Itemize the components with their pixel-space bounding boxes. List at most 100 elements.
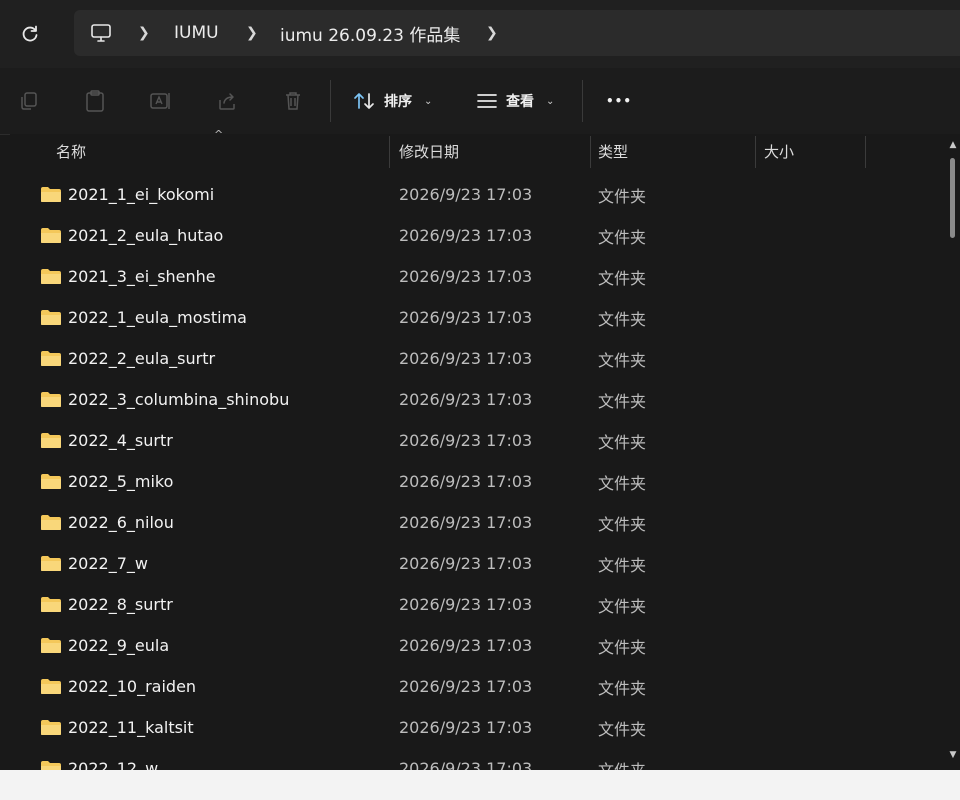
name-cell[interactable]: 2022_2_eula_surtr xyxy=(40,338,215,379)
folder-icon xyxy=(41,351,61,366)
name-cell[interactable]: 2022_8_surtr xyxy=(40,584,173,625)
file-name: 2022_12_w xyxy=(68,759,159,770)
type-cell: 文件夹 xyxy=(598,268,647,288)
delete-button[interactable] xyxy=(280,88,306,114)
breadcrumb-separator[interactable]: ❯ xyxy=(138,10,150,56)
table-row[interactable]: 2022_6_nilou 2026/9/23 17:03 文件夹 xyxy=(10,502,945,543)
name-cell[interactable]: 2022_1_eula_mostima xyxy=(40,297,247,338)
refresh-icon xyxy=(22,25,38,42)
share-button[interactable] xyxy=(214,88,240,114)
name-cell[interactable]: 2021_2_eula_hutao xyxy=(40,215,223,256)
folder-icon xyxy=(41,556,61,571)
name-cell[interactable]: 2022_12_w xyxy=(40,748,158,770)
name-cell[interactable]: 2022_9_eula xyxy=(40,625,169,666)
sort-button[interactable]: 排序 ⌄ xyxy=(352,86,432,116)
folder-icon xyxy=(41,228,61,243)
table-row[interactable]: 2022_5_miko 2026/9/23 17:03 文件夹 xyxy=(10,461,945,502)
column-header-date[interactable]: 修改日期 xyxy=(399,134,589,168)
table-row[interactable]: 2022_12_w 2026/9/23 17:03 文件夹 xyxy=(10,748,945,770)
type-cell: 文件夹 xyxy=(598,760,647,771)
chevron-right-icon: ❯ xyxy=(246,25,258,41)
copy-button[interactable] xyxy=(16,88,42,114)
table-row[interactable]: 2022_9_eula 2026/9/23 17:03 文件夹 xyxy=(10,625,945,666)
modified-date-cell: 2026/9/23 17:03 xyxy=(399,349,533,368)
share-icon xyxy=(219,93,235,110)
breadcrumb-item-current-folder[interactable]: iumu 26.09.23 作品集 xyxy=(280,10,460,56)
table-row[interactable]: 2022_11_kaltsit 2026/9/23 17:03 文件夹 xyxy=(10,707,945,748)
breadcrumb-separator[interactable]: ❯ xyxy=(246,10,258,56)
table-row[interactable]: 2022_2_eula_surtr 2026/9/23 17:03 文件夹 xyxy=(10,338,945,379)
file-name: 2022_6_nilou xyxy=(68,513,174,532)
breadcrumb-expand-button[interactable]: ❯ xyxy=(486,10,498,56)
table-row[interactable]: 2022_1_eula_mostima 2026/9/23 17:03 文件夹 xyxy=(10,297,945,338)
type-cell: 文件夹 xyxy=(598,391,647,411)
file-name: 2021_1_ei_kokomi xyxy=(68,185,215,204)
file-explorer-window: ❯ IUMU ❯ iumu 26.09.23 作品集 ❯ 排序 ⌄ 查看 ⌄ •… xyxy=(0,0,960,800)
more-options-button[interactable]: ••• xyxy=(606,86,632,116)
rename-icon xyxy=(150,93,170,109)
this-pc-crumb[interactable] xyxy=(90,10,112,56)
folder-icon xyxy=(41,597,61,612)
table-row[interactable]: 2022_8_surtr 2026/9/23 17:03 文件夹 xyxy=(10,584,945,625)
column-divider[interactable] xyxy=(865,136,866,168)
column-header-name[interactable]: 名称 xyxy=(56,134,386,168)
name-cell[interactable]: 2021_3_ei_shenhe xyxy=(40,256,216,297)
file-name: 2021_2_eula_hutao xyxy=(68,226,224,245)
modified-date-cell: 2026/9/23 17:03 xyxy=(399,308,533,327)
breadcrumb-item-iumu[interactable]: IUMU xyxy=(174,10,219,56)
file-name: 2022_9_eula xyxy=(68,636,170,655)
type-cell: 文件夹 xyxy=(598,350,647,370)
column-divider[interactable] xyxy=(389,136,390,168)
column-header-type[interactable]: 类型 xyxy=(598,134,748,168)
name-cell[interactable]: 2022_7_w xyxy=(40,543,148,584)
name-cell[interactable]: 2022_11_kaltsit xyxy=(40,707,194,748)
modified-date-cell: 2026/9/23 17:03 xyxy=(399,636,533,655)
folder-icon xyxy=(41,392,61,407)
table-row[interactable]: 2022_10_raiden 2026/9/23 17:03 文件夹 xyxy=(10,666,945,707)
view-label: 查看 xyxy=(506,94,534,110)
rename-button[interactable] xyxy=(148,88,174,114)
view-icon xyxy=(477,94,497,108)
column-divider[interactable] xyxy=(755,136,756,168)
table-row[interactable]: 2022_3_columbina_shinobu 2026/9/23 17:03 文… xyxy=(10,379,945,420)
paste-button[interactable] xyxy=(82,88,108,114)
navigation-bar: ❯ IUMU ❯ iumu 26.09.23 作品集 ❯ xyxy=(0,0,960,68)
type-cell: 文件夹 xyxy=(598,227,647,247)
table-row[interactable]: 2021_1_ei_kokomi 2026/9/23 17:03 文件夹 xyxy=(10,174,945,215)
modified-date-cell: 2026/9/23 17:03 xyxy=(399,431,533,450)
modified-date-cell: 2026/9/23 17:03 xyxy=(399,718,533,737)
scroll-down-arrow-icon[interactable]: ▼ xyxy=(948,750,958,760)
scroll-up-arrow-icon[interactable]: ▲ xyxy=(948,140,958,150)
table-row[interactable]: 2021_2_eula_hutao 2026/9/23 17:03 文件夹 xyxy=(10,215,945,256)
name-cell[interactable]: 2022_10_raiden xyxy=(40,666,196,707)
file-name: 2022_11_kaltsit xyxy=(68,718,194,737)
folder-icon xyxy=(41,310,61,325)
folder-icon xyxy=(41,515,61,530)
name-cell[interactable]: 2022_5_miko xyxy=(40,461,173,502)
table-row[interactable]: 2022_7_w 2026/9/23 17:03 文件夹 xyxy=(10,543,945,584)
name-cell[interactable]: 2021_1_ei_kokomi xyxy=(40,174,214,215)
refresh-button[interactable] xyxy=(14,18,46,50)
column-header-size[interactable]: 大小 xyxy=(764,134,864,168)
view-button[interactable]: 查看 ⌄ xyxy=(476,86,554,116)
name-cell[interactable]: 2022_4_surtr xyxy=(40,420,173,461)
modified-date-cell: 2026/9/23 17:03 xyxy=(399,226,533,245)
command-bar: 排序 ⌄ 查看 ⌄ ••• xyxy=(0,68,960,135)
address-bar[interactable]: ❯ IUMU ❯ iumu 26.09.23 作品集 ❯ xyxy=(74,10,960,56)
vertical-scrollbar[interactable]: ▲ ▼ xyxy=(945,134,960,770)
table-row[interactable]: 2021_3_ei_shenhe 2026/9/23 17:03 文件夹 xyxy=(10,256,945,297)
file-name: 2022_2_eula_surtr xyxy=(68,349,216,368)
window-outer-frame xyxy=(0,770,960,800)
copy-icon xyxy=(21,92,37,110)
name-cell[interactable]: 2022_3_columbina_shinobu xyxy=(40,379,289,420)
column-divider[interactable] xyxy=(590,136,591,168)
sort-icon xyxy=(354,93,374,109)
scrollbar-thumb[interactable] xyxy=(950,158,955,238)
type-cell: 文件夹 xyxy=(598,678,647,698)
name-cell[interactable]: 2022_6_nilou xyxy=(40,502,174,543)
type-cell: 文件夹 xyxy=(598,309,647,329)
table-row[interactable]: 2022_4_surtr 2026/9/23 17:03 文件夹 xyxy=(10,420,945,461)
type-cell: 文件夹 xyxy=(598,432,647,452)
chevron-down-icon: ⌄ xyxy=(424,95,433,107)
type-cell: 文件夹 xyxy=(598,596,647,616)
